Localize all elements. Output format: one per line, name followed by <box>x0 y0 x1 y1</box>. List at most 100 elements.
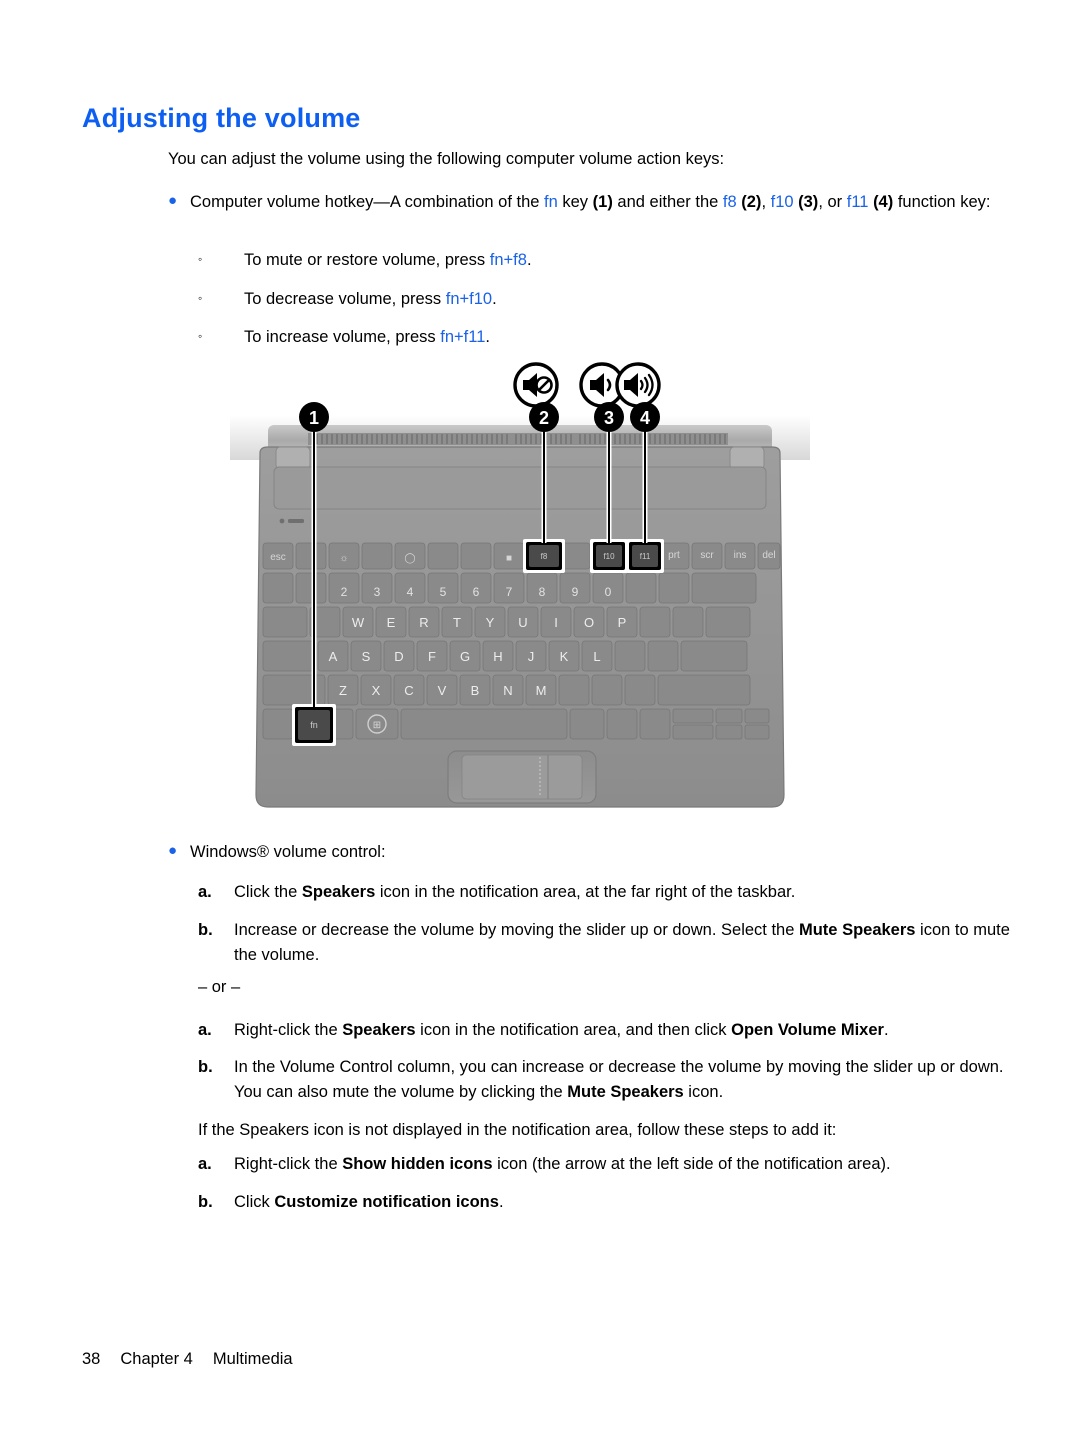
sub-increase-post: . <box>485 328 490 346</box>
speakers-term: Speakers <box>301 883 376 901</box>
hotkey-part-3: and either the <box>612 193 723 211</box>
speakers-term: Speakers <box>342 1021 416 1039</box>
page-footer: 38 Chapter 4 Multimedia <box>82 1350 293 1369</box>
step-marker: b. <box>198 921 213 939</box>
callout-ref-1: (1) <box>592 193 613 211</box>
step-marker: b. <box>198 1058 213 1076</box>
hotkey-sep-2: , or <box>818 193 847 211</box>
svg-text:0: 0 <box>605 585 612 599</box>
step-text: Click Customize notification icons. <box>234 1190 1014 1215</box>
sub-bullet-mute: ◦ To mute or restore volume, press fn+f8… <box>196 248 896 273</box>
svg-text:7: 7 <box>506 585 513 599</box>
sub-bullet-decrease: ◦ To decrease volume, press fn+f10. <box>196 287 896 312</box>
svg-text:F: F <box>428 649 436 664</box>
svg-text:B: B <box>471 683 480 698</box>
step-part-3: . <box>883 1021 889 1039</box>
svg-text:4: 4 <box>407 585 414 599</box>
step-b-volume-control-column: b. In the Volume Control column, you can… <box>198 1055 1018 1105</box>
mute-speakers-term: Mute Speakers <box>567 1083 684 1101</box>
svg-text:del: del <box>762 550 775 561</box>
step-part-1: Right-click the <box>234 1021 343 1039</box>
svg-text:I: I <box>554 615 558 630</box>
svg-text:prt: prt <box>668 550 680 561</box>
svg-text:V: V <box>438 683 447 698</box>
hotkey-part-2: key <box>557 193 593 211</box>
svg-text:esc: esc <box>270 552 286 563</box>
svg-text:J: J <box>528 649 535 664</box>
bullet-dot-icon: ● <box>168 842 178 859</box>
svg-text:3: 3 <box>374 585 381 599</box>
document-page: Adjusting the volume You can adjust the … <box>0 0 1080 1437</box>
svg-text:A: A <box>329 649 338 664</box>
sub-bullet-mute-text: To mute or restore volume, press fn+f8. <box>244 248 532 273</box>
sub-bullet-increase: ◦ To increase volume, press fn+f11. <box>196 325 896 350</box>
step-b-customize-notification-icons: b. Click Customize notification icons. <box>198 1190 1018 1215</box>
svg-text:9: 9 <box>572 585 579 599</box>
step-b-adjust-slider: b. Increase or decrease the volume by mo… <box>198 918 1018 968</box>
svg-text:8: 8 <box>539 585 546 599</box>
step-part-1: Click <box>234 1193 275 1211</box>
svg-text:S: S <box>362 649 371 664</box>
sub-bullet-increase-text: To increase volume, press fn+f11. <box>244 325 490 350</box>
svg-text:W: W <box>352 615 365 630</box>
page-title: Adjusting the volume <box>82 103 361 133</box>
open-volume-mixer-term: Open Volume Mixer <box>731 1021 884 1039</box>
hollow-bullet-icon: ◦ <box>198 252 203 266</box>
step-part-2: icon (the arrow at the left side of the … <box>492 1155 891 1173</box>
svg-text:4: 4 <box>640 408 650 428</box>
bullet-hotkey-text: Computer volume hotkey—A combination of … <box>190 190 1001 215</box>
hotkey-sep-1: , <box>761 193 771 211</box>
or-separator: – or – <box>198 978 241 996</box>
callout-ref-4: (4) <box>873 193 894 211</box>
step-a-show-hidden-icons: a. Right-click the Show hidden icons ico… <box>198 1152 1018 1177</box>
svg-text:H: H <box>493 649 502 664</box>
svg-text:M: M <box>536 683 547 698</box>
footer-chapter-title: Multimedia <box>212 1350 293 1368</box>
svg-text:3: 3 <box>604 408 614 428</box>
step-marker: a. <box>198 1155 212 1173</box>
sub-increase-pre: To increase volume, press <box>244 328 441 346</box>
hotkey-part-4: function key: <box>893 193 991 211</box>
step-text: Increase or decrease the volume by movin… <box>234 918 1014 968</box>
key-fn: fn <box>544 193 558 211</box>
svg-text:R: R <box>419 615 428 630</box>
sub-decrease-post: . <box>492 290 497 308</box>
svg-text:f10: f10 <box>603 552 615 561</box>
svg-text:U: U <box>518 615 527 630</box>
callout-ref-2: (2) <box>741 193 762 211</box>
step-a-open-volume-mixer: a. Right-click the Speakers icon in the … <box>198 1018 1018 1043</box>
sub-mute-post: . <box>526 251 532 269</box>
step-marker: a. <box>198 883 212 901</box>
step-part-2: icon in the notification area, and then … <box>415 1021 732 1039</box>
svg-text:D: D <box>394 649 403 664</box>
missing-icon-note: If the Speakers icon is not displayed in… <box>198 1121 837 1139</box>
step-marker: b. <box>198 1193 213 1211</box>
svg-text:E: E <box>387 615 396 630</box>
windows-volume-control-label: Windows® volume control: <box>190 843 386 861</box>
svg-text:5: 5 <box>440 585 447 599</box>
svg-text:2: 2 <box>341 585 348 599</box>
customize-notification-icons-term: Customize notification icons <box>274 1193 499 1211</box>
callout-ref-3: (3) <box>798 193 819 211</box>
svg-text:T: T <box>453 615 461 630</box>
key-f8: f8 <box>722 193 737 211</box>
svg-text:K: K <box>560 649 569 664</box>
sub-bullet-decrease-text: To decrease volume, press fn+f10. <box>244 287 497 312</box>
svg-text:f11: f11 <box>640 552 651 561</box>
svg-text:1: 1 <box>309 408 319 428</box>
svg-text:P: P <box>618 615 627 630</box>
step-text: Right-click the Show hidden icons icon (… <box>234 1152 1014 1177</box>
svg-text:◯: ◯ <box>404 553 415 564</box>
svg-text:O: O <box>584 615 594 630</box>
step-part-2: icon. <box>683 1083 724 1101</box>
step-part-1: Right-click the <box>234 1155 343 1173</box>
svg-text:X: X <box>372 683 381 698</box>
svg-text:scr: scr <box>700 550 714 561</box>
svg-text:G: G <box>460 649 470 664</box>
bullet-dot-icon: ● <box>168 192 178 209</box>
svg-text:f8: f8 <box>541 552 548 561</box>
footer-page-number: 38 <box>82 1350 101 1368</box>
bullet-hotkey: ● Computer volume hotkey—A combination o… <box>166 190 1001 215</box>
svg-text:ins: ins <box>734 550 747 561</box>
step-part-1: Click the <box>234 883 302 901</box>
